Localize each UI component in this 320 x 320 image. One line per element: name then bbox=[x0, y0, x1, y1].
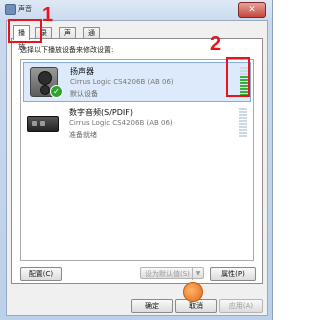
level-segment bbox=[239, 114, 247, 116]
level-segment bbox=[239, 129, 247, 131]
highlight-box-level-meter bbox=[226, 57, 250, 97]
level-segment bbox=[239, 117, 247, 119]
apply-button[interactable]: 应用(A) bbox=[219, 299, 263, 313]
configure-button[interactable]: 配置(C) bbox=[20, 267, 62, 281]
device-name: 数字音频(S/PDIF) bbox=[69, 108, 133, 117]
device-status: 默认设备 bbox=[70, 90, 98, 98]
properties-button[interactable]: 属性(P) bbox=[210, 267, 256, 281]
device-item-speakers[interactable]: ✓ 扬声器 Cirrus Logic CS4206B (AB 06) 默认设备 bbox=[23, 62, 251, 102]
set-default-button[interactable]: 设为默认值(S) ▼ bbox=[140, 267, 204, 280]
device-name: 扬声器 bbox=[70, 67, 94, 76]
device-status: 准备就绪 bbox=[69, 131, 97, 139]
default-check-icon: ✓ bbox=[50, 85, 63, 98]
device-description: Cirrus Logic CS4206B (AB 06) bbox=[70, 78, 174, 86]
level-meter bbox=[239, 108, 247, 138]
level-segment bbox=[239, 123, 247, 125]
close-button[interactable]: ✕ bbox=[238, 2, 266, 18]
sound-dialog: 声音 ✕ 播放 录制 声音 通信 选择以下播放设备来修改设置: ✓ 扬声器 Ci… bbox=[0, 0, 273, 320]
sound-app-icon bbox=[5, 4, 16, 15]
window-title: 声音 bbox=[18, 5, 32, 13]
instruction-text: 选择以下播放设备来修改设置: bbox=[20, 46, 114, 54]
watermark-logo-icon bbox=[183, 282, 203, 302]
set-default-label: 设为默认值(S) bbox=[145, 270, 190, 278]
level-segment bbox=[239, 108, 247, 110]
title-bar: 声音 ✕ bbox=[0, 0, 272, 18]
level-segment bbox=[239, 120, 247, 122]
annotation-number-2: 2 bbox=[210, 33, 222, 55]
device-list[interactable]: ✓ 扬声器 Cirrus Logic CS4206B (AB 06) 默认设备 … bbox=[20, 59, 254, 261]
level-segment bbox=[239, 135, 247, 137]
chevron-down-icon[interactable]: ▼ bbox=[192, 268, 203, 280]
device-item-spdif[interactable]: 数字音频(S/PDIF) Cirrus Logic CS4206B (AB 06… bbox=[23, 104, 249, 142]
spdif-icon bbox=[27, 116, 59, 132]
level-segment bbox=[239, 132, 247, 134]
level-segment bbox=[239, 111, 247, 113]
level-segment bbox=[239, 126, 247, 128]
annotation-number-1: 1 bbox=[42, 4, 54, 26]
device-description: Cirrus Logic CS4206B (AB 06) bbox=[69, 119, 173, 127]
ok-button[interactable]: 确定 bbox=[131, 299, 173, 313]
tab-playback[interactable]: 播放 bbox=[13, 25, 30, 51]
